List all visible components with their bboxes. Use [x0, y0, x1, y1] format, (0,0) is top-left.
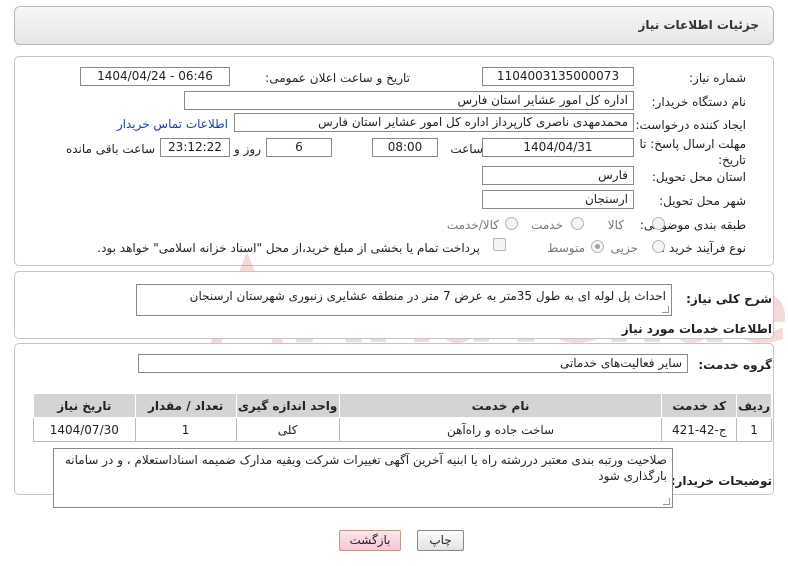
process-radio-medium[interactable]: [591, 240, 604, 253]
services-table: ردیف کد خدمت نام خدمت واحد اندازه گیری ت…: [33, 393, 772, 442]
announce-label: تاریخ و ساعت اعلان عمومی:: [265, 71, 410, 85]
deadline-date-field: 1404/04/31: [482, 138, 634, 157]
buyer-org-label: نام دستگاه خریدار:: [651, 95, 747, 109]
table-header-row: ردیف کد خدمت نام خدمت واحد اندازه گیری ت…: [33, 393, 772, 418]
service-group-field: سایر فعالیت‌های خدماتی: [138, 354, 688, 373]
cell-row-num: 1: [736, 417, 772, 442]
treasury-checkbox[interactable]: [493, 238, 506, 251]
category-radio-service[interactable]: [571, 217, 584, 230]
description-text: احداث پل لوله ای به طول 35متر به عرض 7 م…: [136, 284, 672, 316]
col-header-row-num: ردیف: [736, 393, 772, 418]
col-header-name: نام خدمت: [338, 393, 663, 418]
contact-info-link[interactable]: اطلاعات تماس خریدار: [117, 117, 228, 131]
cell-code: ج-42-421: [661, 417, 738, 442]
back-button[interactable]: بازگشت: [339, 530, 401, 551]
buyer-notes-label: توضیحات خریدار:: [670, 474, 772, 488]
need-number-field: 1104003135000073: [482, 67, 634, 86]
cell-quantity: 1: [134, 417, 237, 442]
days-label: روز و: [234, 142, 261, 156]
category-option-goods-service: کالا/خدمت: [446, 218, 499, 232]
description-text-content: احداث پل لوله ای به طول 35متر به عرض 7 م…: [189, 289, 666, 303]
resize-handle-icon[interactable]: [663, 498, 670, 505]
category-radio-goods-service[interactable]: [505, 217, 518, 230]
announce-field: 1404/04/24 - 06:46: [80, 67, 230, 86]
province-label: استان محل تحویل:: [651, 170, 746, 184]
buyer-notes-content: صلاحیت ورتبه بندی معتبر دررشته راه یا اب…: [64, 453, 667, 483]
days-field: 6: [266, 138, 332, 157]
remaining-time-field: 23:12:22: [160, 138, 230, 157]
resize-handle-icon[interactable]: [662, 306, 669, 313]
deadline-time-label: ساعت: [450, 142, 483, 156]
col-header-date: تاریخ نیاز: [33, 393, 136, 418]
process-option-minor: جزیی: [610, 241, 638, 255]
services-section-title: اطلاعات خدمات مورد نیاز: [621, 322, 772, 336]
description-label: شرح کلی نیاز:: [686, 292, 772, 306]
creator-field: محمدمهدی ناصری کارپرداز اداره کل امور عش…: [234, 113, 634, 132]
buyer-org-field: اداره کل امور عشایر استان فارس: [184, 91, 634, 110]
deadline-time-field: 08:00: [372, 138, 438, 157]
process-radio-minor[interactable]: [652, 240, 665, 253]
page-title: جزئیات اطلاعات نیاز: [638, 18, 759, 32]
province-field: فارس: [482, 166, 634, 185]
col-header-quantity: تعداد / مقدار: [134, 393, 237, 418]
category-radio-goods[interactable]: [652, 217, 665, 230]
cell-date: 1404/07/30: [33, 417, 136, 442]
cell-unit: کلی: [235, 417, 340, 442]
buyer-notes-text: صلاحیت ورتبه بندی معتبر دررشته راه یا اب…: [53, 448, 673, 508]
print-button[interactable]: چاپ: [417, 530, 464, 551]
creator-label: ایجاد کننده درخواست:: [635, 118, 746, 132]
col-header-code: کد خدمت: [661, 393, 738, 418]
service-group-label: گروه خدمت:: [698, 358, 772, 372]
city-label: شهر محل تحویل:: [659, 194, 746, 208]
remaining-label: ساعت باقی مانده: [65, 142, 155, 156]
deadline-label: مهلت ارسال پاسخ: تا تاریخ:: [639, 137, 746, 167]
col-header-unit: واحد اندازه گیری: [235, 393, 340, 418]
payment-note: پرداخت تمام یا بخشی از مبلغ خرید،از محل …: [97, 241, 480, 255]
city-field: ارسنجان: [482, 190, 634, 209]
need-number-label: شماره نیاز:: [689, 71, 746, 85]
process-option-medium: متوسط: [547, 241, 585, 255]
category-option-service: خدمت: [531, 218, 563, 232]
cell-name: ساخت جاده و راه‌آهن: [338, 417, 663, 442]
header-panel: جزئیات اطلاعات نیاز: [14, 6, 774, 45]
process-label: نوع فرآیند خرید :: [661, 241, 746, 255]
table-row: 1 ج-42-421 ساخت جاده و راه‌آهن کلی 1 140…: [33, 417, 772, 442]
category-option-goods: کالا: [607, 218, 624, 232]
